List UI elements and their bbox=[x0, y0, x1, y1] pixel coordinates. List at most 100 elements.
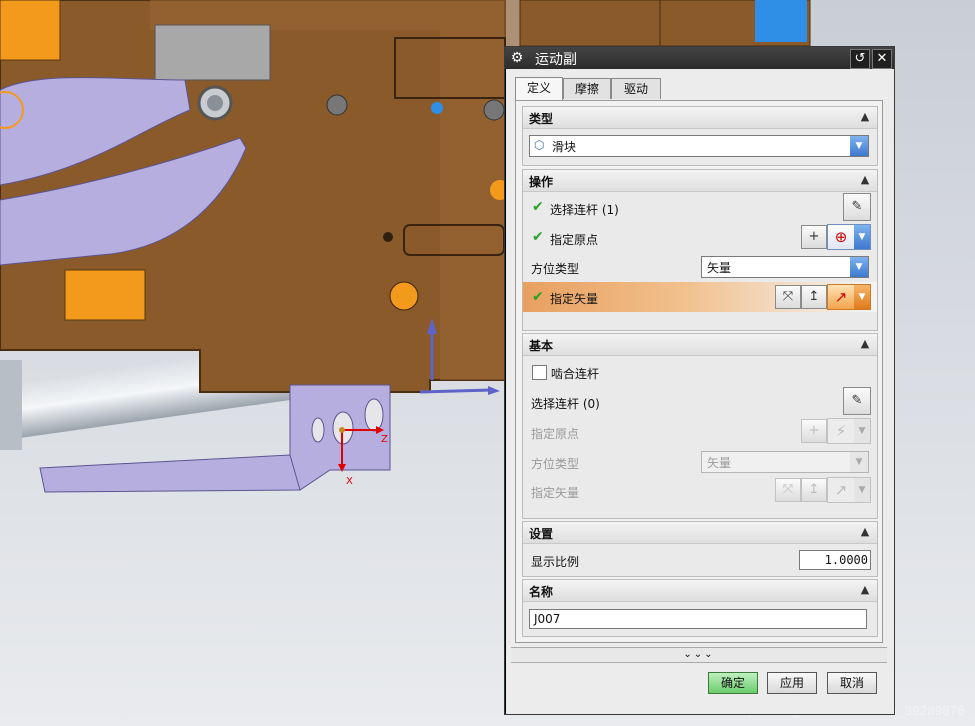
chevron-down-icon[interactable]: ▼ bbox=[854, 225, 870, 249]
checkmark-icon: ✔ bbox=[532, 289, 544, 305]
group-name-header[interactable]: 名称 ▲ bbox=[523, 580, 877, 602]
collapse-icon[interactable]: ▲ bbox=[857, 109, 873, 125]
cancel-button[interactable]: 取消 bbox=[827, 672, 877, 694]
slider-joint-icon: ⬡ bbox=[534, 138, 545, 152]
vector-inference-split[interactable]: ↗ ▼ bbox=[827, 284, 871, 310]
select-link-label: 选择连杆 (1) bbox=[550, 203, 619, 217]
base-specify-origin-row: 指定原点 + ⚡ ▼ bbox=[523, 418, 877, 446]
reverse-direction-icon: ⤧ bbox=[782, 482, 794, 497]
joint-name-input[interactable]: J007 bbox=[529, 609, 867, 629]
group-type-header[interactable]: 类型 ▲ bbox=[523, 107, 877, 129]
group-type: 类型 ▲ ⬡ 滑块 ▼ bbox=[522, 106, 878, 166]
group-operation-header[interactable]: 操作 ▲ bbox=[523, 170, 877, 192]
axis-x-label: X bbox=[346, 476, 353, 487]
orient-type-label: 方位类型 bbox=[531, 262, 580, 276]
group-settings-header[interactable]: 设置 ▲ bbox=[523, 522, 877, 544]
base-orient-type-value: 矢量 bbox=[707, 456, 732, 470]
base-specify-origin-label: 指定原点 bbox=[531, 427, 580, 441]
group-settings-title: 设置 bbox=[529, 527, 554, 541]
vector-dialog-icon: ↥ bbox=[808, 289, 820, 304]
display-scale-label: 显示比例 bbox=[531, 555, 580, 569]
point-dialog-icon: + bbox=[808, 229, 820, 244]
apply-button[interactable]: 应用 bbox=[767, 672, 817, 694]
group-settings: 设置 ▲ 显示比例 1.0000 bbox=[522, 521, 878, 577]
snap-link-checkbox[interactable] bbox=[532, 365, 547, 380]
vector-inference-icon[interactable]: ↗ bbox=[828, 478, 854, 502]
display-scale-input[interactable]: 1.0000 bbox=[799, 550, 871, 570]
gear-icon[interactable]: ⚙ bbox=[509, 50, 525, 66]
base-orient-type-label: 方位类型 bbox=[531, 457, 580, 471]
tab-definition[interactable]: 定义 bbox=[515, 77, 563, 100]
display-scale-row: 显示比例 1.0000 bbox=[523, 546, 877, 574]
vector-dialog-button[interactable]: ↥ bbox=[801, 285, 827, 309]
pencil-icon: ✎ bbox=[851, 199, 863, 214]
reverse-direction-button[interactable]: ⤧ bbox=[775, 285, 801, 309]
group-type-title: 类型 bbox=[529, 112, 554, 126]
joint-type-value: 滑块 bbox=[552, 140, 577, 154]
dialog-title: 运动副 bbox=[535, 52, 577, 68]
base-select-link-button[interactable]: ✎ bbox=[843, 387, 871, 415]
group-base-header[interactable]: 基本 ▲ bbox=[523, 334, 877, 356]
group-base-title: 基本 bbox=[529, 339, 554, 353]
pencil-icon: ✎ bbox=[851, 393, 863, 408]
chevron-down-icon[interactable]: ▼ bbox=[850, 257, 868, 277]
specify-origin-label: 指定原点 bbox=[550, 233, 599, 247]
point-dialog-icon: + bbox=[808, 423, 820, 438]
group-name: 名称 ▲ J007 bbox=[522, 579, 878, 637]
chevron-down-icon[interactable]: ▼ bbox=[854, 419, 870, 443]
chevron-down-icon[interactable]: ▼ bbox=[854, 285, 870, 309]
select-link-button[interactable]: ✎ bbox=[843, 193, 871, 221]
vector-inference-icon[interactable]: ↗ bbox=[828, 285, 854, 309]
base-select-link-row: 选择连杆 (0) ✎ bbox=[523, 387, 877, 416]
collapse-icon[interactable]: ▲ bbox=[857, 582, 873, 598]
base-reverse-direction-button[interactable]: ⤧ bbox=[775, 478, 801, 502]
motion-joint-dialog: ⚙ 运动副 ↺ ✕ 定义 摩擦 驱动 类型 ▲ ⬡ 滑块 ▼ 操作 ▲ ✔ 选择… bbox=[504, 46, 895, 715]
tab-friction[interactable]: 摩擦 bbox=[563, 78, 611, 99]
expand-more-icon: ⌄⌄⌄ bbox=[683, 649, 715, 660]
group-base: 基本 ▲ 啮合连杆 选择连杆 (0) ✎ 指定原点 + ⚡ ▼ 方位类型 矢量 … bbox=[522, 333, 878, 519]
ok-button[interactable]: 确定 bbox=[708, 672, 758, 694]
base-vector-dialog-button[interactable]: ↥ bbox=[801, 478, 827, 502]
group-name-title: 名称 bbox=[529, 585, 554, 599]
target-point-icon[interactable]: ⊕ bbox=[828, 225, 854, 249]
checkmark-icon: ✔ bbox=[532, 229, 544, 245]
collapse-icon[interactable]: ▲ bbox=[857, 172, 873, 188]
dialog-titlebar[interactable]: ⚙ 运动副 ↺ ✕ bbox=[505, 47, 894, 69]
chevron-down-icon[interactable]: ▼ bbox=[850, 136, 868, 156]
tab-driver[interactable]: 驱动 bbox=[611, 78, 661, 99]
base-point-inference-split[interactable]: ⚡ ▼ bbox=[827, 418, 871, 444]
base-specify-vector-row: 指定矢量 ⤧ ↥ ↗ ▼ bbox=[523, 477, 877, 505]
snap-link-label: 啮合连杆 bbox=[551, 367, 600, 381]
checkmark-icon: ✔ bbox=[532, 199, 544, 215]
reverse-direction-icon: ⤧ bbox=[782, 289, 794, 304]
base-vector-inference-split[interactable]: ↗ ▼ bbox=[827, 477, 871, 503]
specify-vector-label: 指定矢量 bbox=[550, 292, 599, 306]
chevron-down-icon[interactable]: ▼ bbox=[850, 452, 868, 472]
select-link-row: ✔ 选择连杆 (1) ✎ bbox=[523, 193, 877, 222]
base-point-dialog-button[interactable]: + bbox=[801, 419, 827, 443]
point-dialog-button[interactable]: + bbox=[801, 225, 827, 249]
base-orient-type-row: 方位类型 矢量 ▼ bbox=[523, 448, 877, 476]
vector-dialog-icon: ↥ bbox=[808, 482, 820, 497]
close-icon[interactable]: ✕ bbox=[872, 49, 892, 69]
point-inference-icon[interactable]: ⚡ bbox=[828, 419, 854, 443]
joint-type-select[interactable]: ⬡ 滑块 ▼ bbox=[529, 135, 869, 157]
group-operation: 操作 ▲ ✔ 选择连杆 (1) ✎ ✔ 指定原点 + ⊕ ▼ 方位类型 矢量 ▼… bbox=[522, 169, 878, 331]
snap-link-row: 啮合连杆 bbox=[523, 358, 877, 386]
collapse-icon[interactable]: ▲ bbox=[857, 336, 873, 352]
specify-vector-row: ✔ 指定矢量 ⤧ ↥ ↗ ▼ bbox=[523, 282, 877, 312]
collapse-icon[interactable]: ▲ bbox=[857, 524, 873, 540]
base-select-link-label: 选择连杆 (0) bbox=[531, 397, 600, 411]
base-orient-type-select[interactable]: 矢量 ▼ bbox=[701, 451, 869, 473]
more-options-toggle[interactable]: ⌄⌄⌄ bbox=[511, 647, 887, 663]
axis-z-label: Z bbox=[381, 434, 388, 445]
chevron-down-icon[interactable]: ▼ bbox=[854, 478, 870, 502]
point-inference-split[interactable]: ⊕ ▼ bbox=[827, 224, 871, 250]
reset-icon[interactable]: ↺ bbox=[850, 49, 870, 69]
orient-type-value: 矢量 bbox=[707, 261, 732, 275]
orient-type-row: 方位类型 矢量 ▼ bbox=[523, 253, 877, 281]
orient-type-select[interactable]: 矢量 ▼ bbox=[701, 256, 869, 278]
tab-panel-definition: 类型 ▲ ⬡ 滑块 ▼ 操作 ▲ ✔ 选择连杆 (1) ✎ ✔ 指定原点 + ⊕… bbox=[515, 100, 883, 643]
specify-origin-row: ✔ 指定原点 + ⊕ ▼ bbox=[523, 224, 877, 252]
base-specify-vector-label: 指定矢量 bbox=[531, 486, 580, 500]
